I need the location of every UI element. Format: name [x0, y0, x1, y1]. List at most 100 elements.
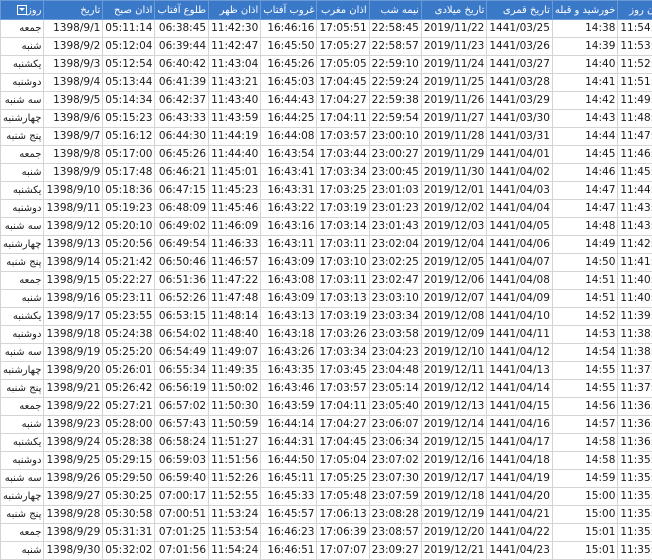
table-cell[interactable]: 14:43 [552, 110, 617, 128]
table-cell[interactable]: 2019/12/12 [421, 380, 487, 398]
table-cell[interactable]: 17:05:25 [317, 470, 369, 488]
table-cell[interactable]: 2019/11/27 [421, 110, 487, 128]
table-cell[interactable]: 06:43:33 [155, 110, 209, 128]
table-cell[interactable]: 06:59:03 [155, 452, 209, 470]
table-cell[interactable]: 11:35:23 [618, 488, 652, 506]
table-cell[interactable]: 11:46:57 [209, 254, 261, 272]
table-cell[interactable]: 16:43:16 [261, 218, 317, 236]
table-cell[interactable]: 16:44:08 [261, 128, 317, 146]
column-header[interactable]: تاریخ میلادی [421, 1, 487, 20]
table-cell[interactable]: 2019/12/02 [421, 200, 487, 218]
table-cell[interactable]: 1441/04/23 [487, 542, 553, 560]
table-cell[interactable]: 1398/9/14 [44, 254, 103, 272]
table-cell[interactable]: 2019/11/25 [421, 74, 487, 92]
table-cell[interactable]: 06:58:24 [155, 434, 209, 452]
table-cell[interactable]: 2019/12/16 [421, 452, 487, 470]
table-cell[interactable]: جمعه [1, 524, 44, 542]
table-cell[interactable]: 1441/04/11 [487, 326, 553, 344]
table-cell[interactable]: 05:31:31 [103, 524, 155, 542]
table-cell[interactable]: 23:07:30 [369, 470, 421, 488]
table-cell[interactable]: 11:45:01 [209, 164, 261, 182]
table-cell[interactable]: 17:03:19 [317, 308, 369, 326]
table-cell[interactable]: 1398/9/9 [44, 164, 103, 182]
table-cell[interactable]: 07:00:17 [155, 488, 209, 506]
table-cell[interactable]: 1441/04/09 [487, 290, 553, 308]
table-cell[interactable]: 05:28:38 [103, 434, 155, 452]
table-cell[interactable]: 14:53 [552, 326, 617, 344]
table-cell[interactable]: 17:03:45 [317, 362, 369, 380]
table-cell[interactable]: دوشنبه [1, 74, 44, 92]
table-cell[interactable]: 16:44:31 [261, 434, 317, 452]
table-cell[interactable]: 2019/12/11 [421, 362, 487, 380]
table-cell[interactable]: 11:51:56 [209, 452, 261, 470]
table-cell[interactable]: 14:44 [552, 128, 617, 146]
table-cell[interactable]: 06:59:40 [155, 470, 209, 488]
table-cell[interactable]: 1441/04/06 [487, 236, 553, 254]
table-cell[interactable]: 1441/04/17 [487, 434, 553, 452]
table-cell[interactable]: 1398/9/2 [44, 38, 103, 56]
table-cell[interactable]: 1441/03/27 [487, 56, 553, 74]
table-cell[interactable]: 1398/9/20 [44, 362, 103, 380]
table-cell[interactable]: 14:50 [552, 254, 617, 272]
table-cell[interactable]: 16:43:08 [261, 272, 317, 290]
table-cell[interactable]: 1441/03/30 [487, 110, 553, 128]
table-cell[interactable]: 16:43:46 [261, 380, 317, 398]
table-cell[interactable]: 17:03:19 [317, 200, 369, 218]
table-cell[interactable]: 2019/12/14 [421, 416, 487, 434]
table-cell[interactable]: دوشنبه [1, 200, 44, 218]
table-cell[interactable]: 11:47:48 [209, 290, 261, 308]
table-cell[interactable]: 17:06:39 [317, 524, 369, 542]
table-cell[interactable]: 14:57 [552, 416, 617, 434]
table-cell[interactable]: 11:54:24 [209, 542, 261, 560]
table-cell[interactable]: 23:03:34 [369, 308, 421, 326]
table-cell[interactable]: 11:49:35 [209, 362, 261, 380]
table-cell[interactable]: 22:59:38 [369, 92, 421, 110]
table-cell[interactable]: 05:16:12 [103, 128, 155, 146]
table-cell[interactable]: 1398/9/10 [44, 182, 103, 200]
table-cell[interactable]: 2019/12/18 [421, 488, 487, 506]
table-cell[interactable]: 16:45:57 [261, 506, 317, 524]
table-cell[interactable]: 1398/9/7 [44, 128, 103, 146]
table-cell[interactable]: شنبه [1, 38, 44, 56]
table-cell[interactable]: 05:26:42 [103, 380, 155, 398]
table-cell[interactable]: پنج شنبه [1, 380, 44, 398]
table-cell[interactable]: 17:03:34 [317, 164, 369, 182]
table-cell[interactable]: چهارشنبه [1, 488, 44, 506]
table-cell[interactable]: 05:12:04 [103, 38, 155, 56]
table-cell[interactable]: 1441/04/15 [487, 398, 553, 416]
table-cell[interactable]: 06:49:02 [155, 218, 209, 236]
table-cell[interactable]: 23:05:14 [369, 380, 421, 398]
table-cell[interactable]: 1398/9/29 [44, 524, 103, 542]
table-cell[interactable]: 1398/9/5 [44, 92, 103, 110]
table-cell[interactable]: 23:08:28 [369, 506, 421, 524]
table-cell[interactable]: 17:04:27 [317, 416, 369, 434]
table-cell[interactable]: 11:44:19 [209, 128, 261, 146]
table-cell[interactable]: 14:52 [552, 308, 617, 326]
table-cell[interactable]: 23:02:25 [369, 254, 421, 272]
table-cell[interactable]: 11:40:44 [618, 272, 652, 290]
table-cell[interactable]: 11:50:02 [209, 380, 261, 398]
table-cell[interactable]: 11:35:08 [618, 524, 652, 542]
table-cell[interactable]: 2019/12/06 [421, 272, 487, 290]
table-cell[interactable]: 15:00 [552, 506, 617, 524]
table-cell[interactable]: 11:50:30 [209, 398, 261, 416]
table-cell[interactable]: 05:29:15 [103, 452, 155, 470]
table-cell[interactable]: 23:00:10 [369, 128, 421, 146]
table-cell[interactable]: 17:03:25 [317, 182, 369, 200]
table-cell[interactable]: 17:03:26 [317, 326, 369, 344]
table-cell[interactable]: 11:52:11 [618, 56, 652, 74]
filter-dropdown-icon[interactable] [17, 5, 27, 15]
table-cell[interactable]: 2019/11/24 [421, 56, 487, 74]
table-cell[interactable]: 14:47 [552, 182, 617, 200]
table-cell[interactable]: چهارشنبه [1, 110, 44, 128]
table-cell[interactable]: 11:38:48 [618, 326, 652, 344]
table-cell[interactable]: 1398/9/3 [44, 56, 103, 74]
table-cell[interactable]: 17:03:11 [317, 236, 369, 254]
column-header[interactable]: اذان صبح [103, 1, 155, 20]
table-cell[interactable]: 11:41:28 [618, 254, 652, 272]
table-cell[interactable]: 05:27:21 [103, 398, 155, 416]
table-cell[interactable]: 1398/9/8 [44, 146, 103, 164]
table-cell[interactable]: 05:15:23 [103, 110, 155, 128]
table-cell[interactable]: 11:49:07 [209, 344, 261, 362]
table-cell[interactable]: 23:04:48 [369, 362, 421, 380]
